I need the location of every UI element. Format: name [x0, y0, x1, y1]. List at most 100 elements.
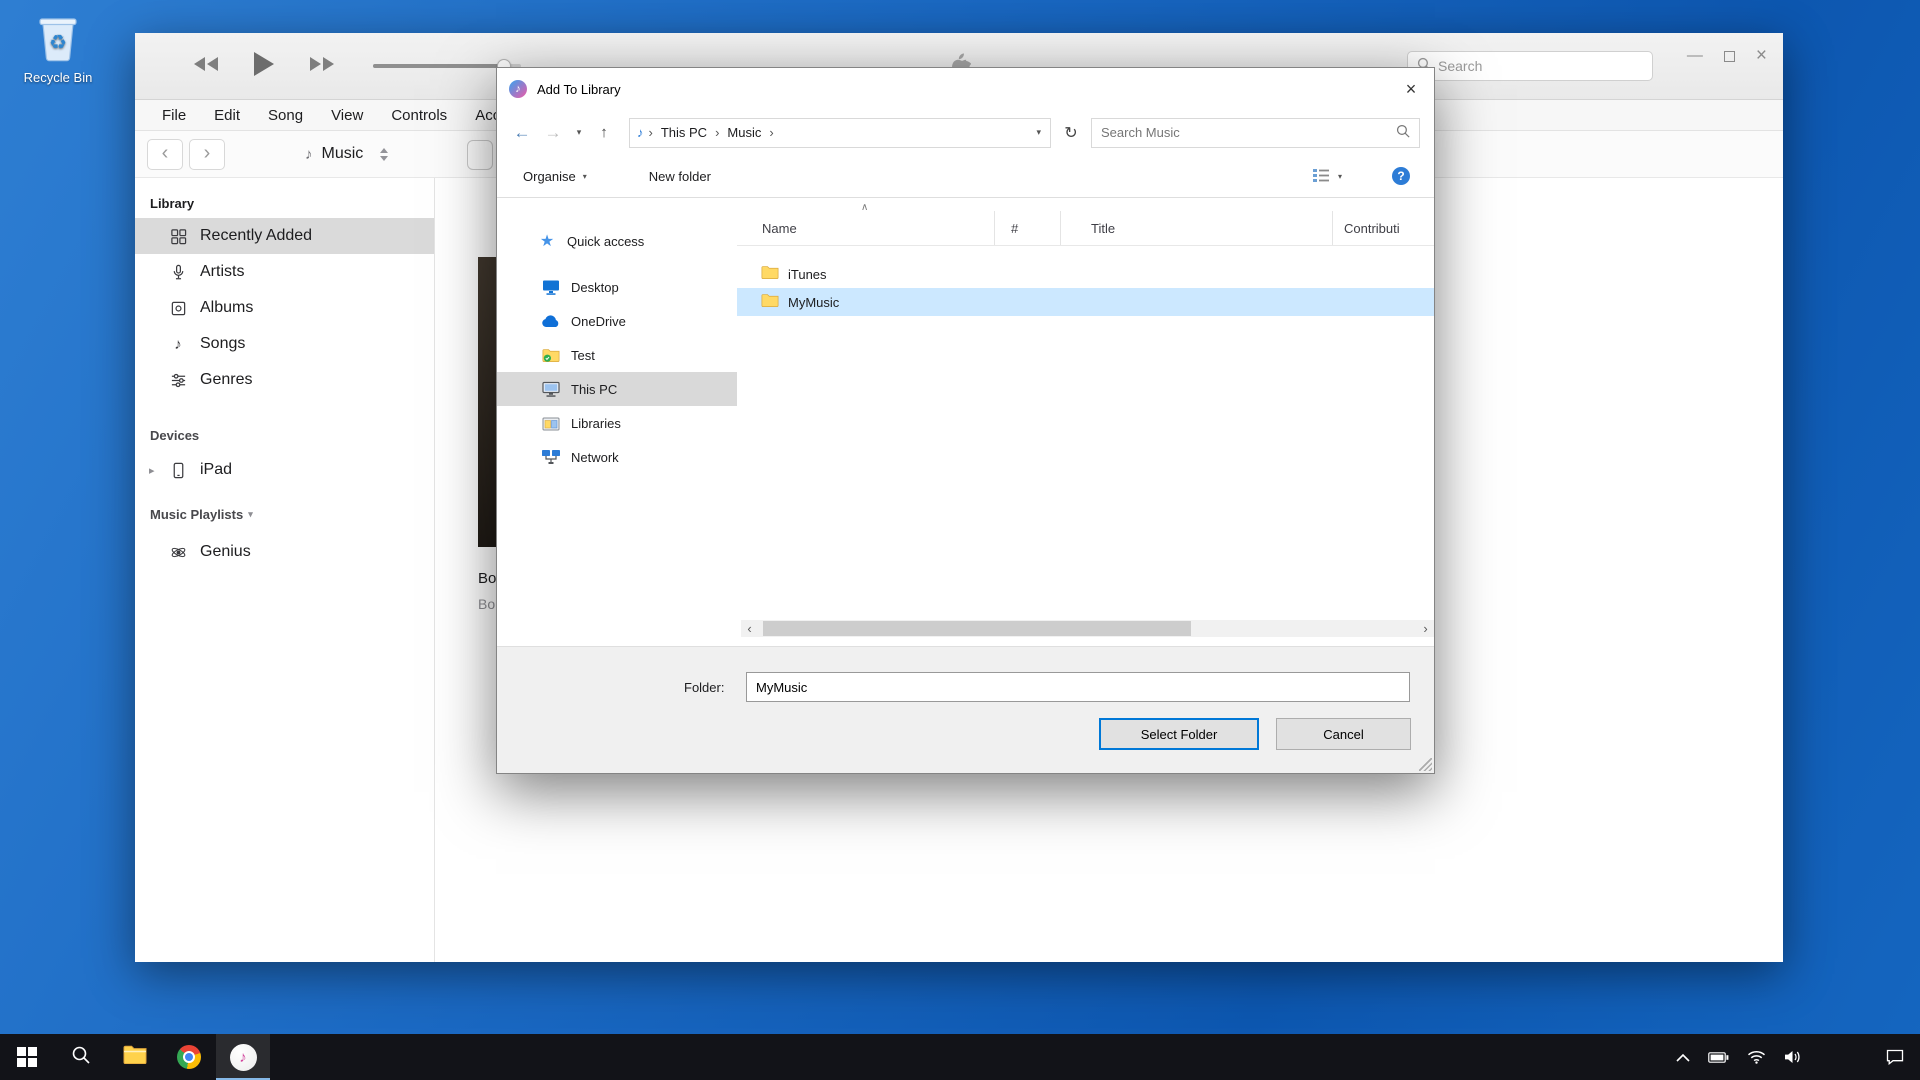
taskbar-file-explorer-button[interactable] — [108, 1034, 162, 1080]
start-button[interactable] — [0, 1034, 54, 1080]
column-headers: ∧ Name # Title Contributi — [737, 198, 1434, 246]
tree-item-this-pc[interactable]: This PC — [497, 372, 737, 406]
playlists-header[interactable]: Music Playlists ▾ — [135, 494, 434, 534]
rewind-button[interactable] — [193, 56, 219, 77]
sidebar-item-artists[interactable]: Artists — [135, 254, 434, 290]
file-row-mymusic[interactable]: MyMusic — [737, 288, 1434, 316]
play-button[interactable] — [253, 51, 275, 82]
action-center-icon[interactable] — [1886, 1049, 1904, 1065]
nav-forward-button[interactable]: → — [542, 123, 564, 143]
tree-item-network[interactable]: Network — [497, 440, 737, 474]
sidebar-item-recently-added[interactable]: Recently Added — [135, 218, 434, 254]
tree-item-libraries[interactable]: Libraries — [497, 406, 737, 440]
dialog-search-input[interactable] — [1101, 125, 1390, 140]
organise-button[interactable]: Organise ▾ — [523, 169, 587, 184]
media-kind-selector[interactable]: ♪ Music — [305, 131, 388, 177]
taskbar-itunes-button[interactable]: ♪ — [216, 1034, 270, 1080]
windows-logo-icon — [17, 1047, 37, 1067]
new-folder-button[interactable]: New folder — [649, 169, 711, 184]
song-note-icon: ♪ — [168, 336, 188, 353]
volume-icon[interactable] — [1784, 1050, 1802, 1064]
cancel-button[interactable]: Cancel — [1276, 718, 1411, 750]
scroll-left-arrow[interactable]: ‹ — [741, 620, 758, 637]
address-bar[interactable]: ♪ › This PC › Music › ▾ — [629, 118, 1051, 148]
address-dropdown-icon[interactable]: ▾ — [1036, 127, 1043, 138]
breadcrumb-music[interactable]: Music — [721, 125, 767, 140]
crumb-separator: › — [769, 125, 773, 140]
nav-up-button[interactable]: ↑ — [594, 124, 614, 141]
sidebar-item-ipad[interactable]: ▸ iPad — [135, 452, 434, 488]
menu-view[interactable]: View — [331, 107, 363, 124]
folder-icon — [761, 293, 779, 311]
tray-show-hidden-icons[interactable] — [1676, 1053, 1690, 1062]
tree-item-quick-access[interactable]: ★ Quick access — [497, 224, 737, 258]
help-button[interactable]: ? — [1392, 167, 1410, 185]
sidebar-item-genius[interactable]: Genius — [135, 534, 434, 570]
sidebar-item-songs[interactable]: ♪ Songs — [135, 326, 434, 362]
battery-icon[interactable] — [1708, 1052, 1729, 1063]
back-button[interactable]: ‹ — [147, 139, 183, 170]
itunes-search-box[interactable] — [1407, 51, 1653, 81]
file-row-itunes[interactable]: iTunes — [737, 260, 1434, 288]
folder-tree: ★ Quick access Desktop OneDrive — [497, 198, 737, 646]
taskbar: ♪ — [0, 1034, 1920, 1080]
column-title[interactable]: Title — [1061, 211, 1333, 245]
fast-forward-button[interactable] — [309, 56, 335, 77]
nav-history-dropdown-icon[interactable]: ▾ — [573, 127, 585, 138]
column-contributing[interactable]: Contributi — [1333, 211, 1434, 245]
dialog-close-button[interactable]: × — [1388, 68, 1434, 110]
scroll-right-arrow[interactable]: › — [1417, 620, 1434, 637]
scrollbar-thumb[interactable] — [763, 621, 1191, 636]
recycle-bin-label: Recycle Bin — [24, 70, 93, 85]
view-dropdown-icon[interactable]: ▾ — [1338, 172, 1342, 181]
crumb-separator: › — [649, 125, 653, 140]
column-name[interactable]: Name — [737, 211, 995, 245]
menu-file[interactable]: File — [162, 107, 186, 124]
taskbar-chrome-button[interactable] — [162, 1034, 216, 1080]
minimize-button[interactable]: — — [1687, 47, 1703, 65]
nav-back-button[interactable]: ← — [511, 123, 533, 143]
ipad-icon — [168, 462, 188, 479]
media-kind-stepper[interactable] — [380, 148, 388, 161]
this-pc-icon — [541, 381, 561, 398]
view-details-icon[interactable] — [1312, 167, 1330, 186]
sidebar-item-label: iPad — [200, 461, 232, 479]
close-button[interactable]: × — [1756, 45, 1767, 67]
folder-name-input[interactable] — [746, 672, 1410, 702]
disclosure-icon[interactable]: ▸ — [149, 464, 155, 477]
sidebar-item-label: Genres — [200, 371, 252, 389]
sidebar-item-genres[interactable]: Genres — [135, 362, 434, 398]
network-wifi-icon[interactable] — [1747, 1050, 1766, 1064]
album-icon — [168, 300, 188, 317]
dialog-search-box[interactable] — [1091, 118, 1420, 148]
tree-item-desktop[interactable]: Desktop — [497, 270, 737, 304]
sidebar-item-label: Genius — [200, 543, 251, 561]
tree-item-label: Libraries — [571, 416, 621, 431]
menu-edit[interactable]: Edit — [214, 107, 240, 124]
refresh-button[interactable]: ↻ — [1060, 123, 1082, 143]
menu-song[interactable]: Song — [268, 107, 303, 124]
file-explorer-icon — [123, 1045, 147, 1069]
genres-sliders-icon — [168, 372, 188, 389]
column-number[interactable]: # — [995, 211, 1061, 245]
test-folder-icon — [541, 348, 561, 363]
miniplayer-icon[interactable] — [467, 140, 493, 170]
maximize-button[interactable] — [1724, 51, 1735, 62]
breadcrumb-this-pc[interactable]: This PC — [655, 125, 713, 140]
onedrive-cloud-icon — [541, 314, 561, 328]
horizontal-scrollbar[interactable]: ‹ › — [741, 620, 1434, 637]
forward-button[interactable]: › — [189, 139, 225, 170]
itunes-search-input[interactable] — [1438, 58, 1643, 74]
recently-added-icon — [168, 228, 188, 245]
dialog-titlebar[interactable]: ♪ Add To Library × — [497, 68, 1434, 110]
sidebar-item-albums[interactable]: Albums — [135, 290, 434, 326]
taskbar-search-button[interactable] — [54, 1034, 108, 1080]
tree-item-onedrive[interactable]: OneDrive — [497, 304, 737, 338]
album-title[interactable]: Bo — [478, 570, 496, 587]
recycle-bin[interactable]: ♻ Recycle Bin — [12, 12, 104, 85]
sidebar-item-label: Albums — [200, 299, 253, 317]
select-folder-button[interactable]: Select Folder — [1099, 718, 1259, 750]
resize-grip[interactable] — [1419, 758, 1432, 771]
menu-controls[interactable]: Controls — [391, 107, 447, 124]
tree-item-test[interactable]: Test — [497, 338, 737, 372]
